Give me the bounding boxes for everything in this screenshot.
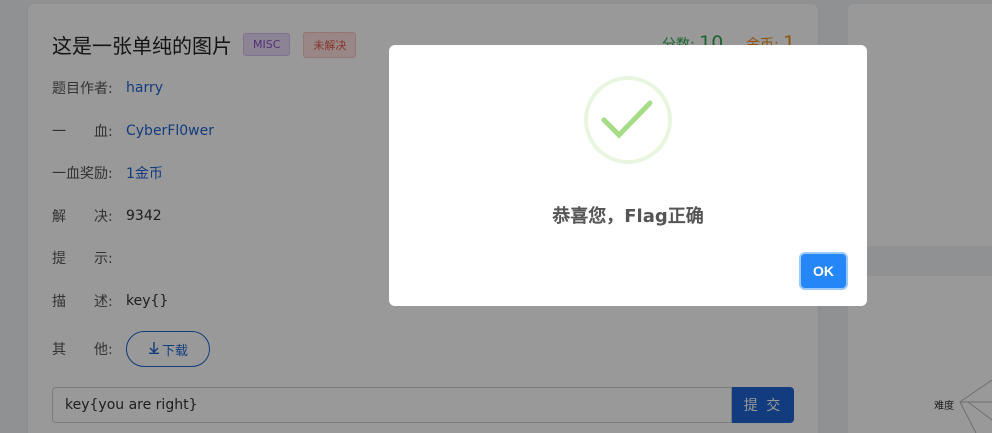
- ok-button[interactable]: OK: [801, 254, 846, 288]
- checkmark-icon: [601, 100, 653, 139]
- success-icon-ring: [584, 76, 672, 164]
- success-dialog: 恭喜您，Flag正确 OK: [389, 45, 867, 306]
- success-message: 恭喜您，Flag正确: [552, 206, 704, 227]
